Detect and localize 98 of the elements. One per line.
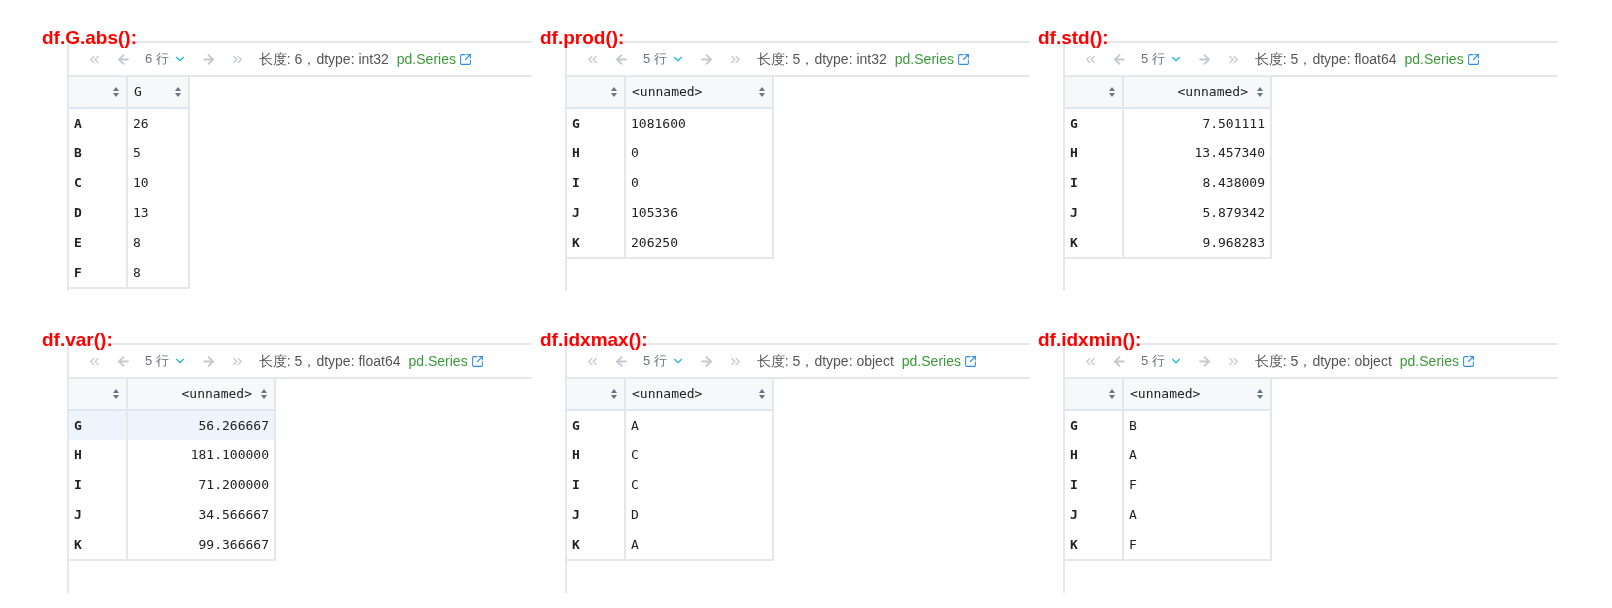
next-page-icon[interactable]	[1196, 51, 1212, 67]
index-cell: A	[69, 108, 127, 138]
table-cell[interactable]: A	[1123, 500, 1271, 530]
table-cell[interactable]: 7.501111	[1123, 108, 1271, 138]
index-cell: G	[567, 108, 625, 138]
table-cell[interactable]: 71.200000	[127, 470, 275, 500]
table-cell[interactable]: 1081600	[625, 108, 773, 138]
panel-caption: df.var():	[42, 330, 113, 349]
index-cell: G	[1065, 108, 1123, 138]
table-cell[interactable]: 105336	[625, 198, 773, 228]
next-page-icon[interactable]	[200, 51, 216, 67]
table-cell[interactable]: 206250	[625, 228, 773, 258]
table-cell[interactable]: F	[1123, 470, 1271, 500]
table-cell[interactable]: 8.438009	[1123, 168, 1271, 198]
series-summary: 长度: 6，dtype: int32	[258, 49, 389, 69]
table-cell[interactable]: 10	[127, 168, 189, 198]
index-cell: K	[1065, 530, 1123, 560]
series-summary: 长度: 5，dtype: object	[756, 351, 894, 371]
previous-page-icon[interactable]	[614, 51, 629, 67]
sort-icon[interactable]	[610, 388, 618, 400]
table-cell[interactable]: A	[625, 410, 773, 440]
previous-page-icon[interactable]	[1112, 353, 1127, 369]
index-cell: H	[69, 440, 127, 470]
index-cell: K	[1065, 228, 1123, 258]
sort-icon[interactable]	[112, 388, 120, 400]
external-link-icon[interactable]	[956, 52, 970, 66]
table-cell[interactable]: B	[1123, 410, 1271, 440]
type-link[interactable]: pd.Series	[901, 350, 977, 372]
sort-icon[interactable]	[1108, 86, 1116, 98]
row-count-dropdown[interactable]: 6 行	[145, 49, 187, 69]
external-link-icon[interactable]	[963, 354, 977, 368]
table-cell[interactable]: 181.100000	[127, 440, 275, 470]
index-cell: G	[1065, 410, 1123, 440]
next-page-icon[interactable]	[1196, 353, 1212, 369]
external-link-icon[interactable]	[1461, 354, 1475, 368]
panel-caption: df.G.abs():	[42, 28, 137, 47]
type-link[interactable]: pd.Series	[1399, 350, 1475, 372]
table-cell[interactable]: 99.366667	[127, 530, 275, 560]
table-cell[interactable]: 0	[625, 168, 773, 198]
table-cell[interactable]: 9.968283	[1123, 228, 1271, 258]
row-count-dropdown[interactable]: 5 行	[145, 351, 187, 371]
table-cell[interactable]: C	[625, 440, 773, 470]
external-link-icon[interactable]	[1466, 52, 1480, 66]
previous-page-icon[interactable]	[1112, 51, 1127, 67]
table-cell[interactable]: 0	[625, 138, 773, 168]
next-page-icon[interactable]	[200, 353, 216, 369]
previous-page-icon[interactable]	[116, 51, 131, 67]
index-cell: K	[69, 530, 127, 560]
table-cell[interactable]: 13	[127, 198, 189, 228]
external-link-icon[interactable]	[470, 354, 484, 368]
panel-caption: df.idxmin():	[1038, 330, 1142, 349]
row-count-dropdown[interactable]: 5 行	[643, 351, 685, 371]
type-link[interactable]: pd.Series	[408, 350, 484, 372]
index-cell: F	[69, 258, 127, 288]
next-page-icon[interactable]	[698, 51, 714, 67]
sort-icon[interactable]	[610, 86, 618, 98]
sort-icon[interactable]	[758, 388, 766, 400]
type-link[interactable]: pd.Series	[396, 48, 472, 70]
row-count-dropdown[interactable]: 5 行	[643, 49, 685, 69]
panel-caption: df.prod():	[540, 28, 625, 47]
previous-page-icon[interactable]	[614, 353, 629, 369]
external-link-icon[interactable]	[458, 52, 472, 66]
row-count-dropdown[interactable]: 5 行	[1141, 49, 1183, 69]
sort-icon[interactable]	[1256, 388, 1264, 400]
sort-icon[interactable]	[758, 86, 766, 98]
next-page-icon[interactable]	[698, 353, 714, 369]
sort-icon[interactable]	[112, 86, 120, 98]
table-cell[interactable]: A	[625, 530, 773, 560]
table-cell[interactable]: A	[1123, 440, 1271, 470]
table-cell[interactable]: D	[625, 500, 773, 530]
table-cell[interactable]: 34.566667	[127, 500, 275, 530]
index-cell: K	[567, 228, 625, 258]
type-link[interactable]: pd.Series	[894, 48, 970, 70]
table-cell[interactable]: 26	[127, 108, 189, 138]
table-cell[interactable]: 13.457340	[1123, 138, 1271, 168]
table-cell[interactable]: C	[625, 470, 773, 500]
series-summary: 长度: 5，dtype: float64	[258, 351, 401, 371]
previous-page-icon[interactable]	[116, 353, 131, 369]
sort-icon[interactable]	[260, 388, 268, 400]
sort-icon[interactable]	[1256, 86, 1264, 98]
type-link[interactable]: pd.Series	[1404, 48, 1480, 70]
series-summary: 长度: 5，dtype: float64	[1254, 49, 1397, 69]
panel-caption: df.std():	[1038, 28, 1109, 47]
sort-icon[interactable]	[174, 86, 182, 98]
table-cell[interactable]: 5.879342	[1123, 198, 1271, 228]
table-cell[interactable]: 5	[127, 138, 189, 168]
panel-caption: df.idxmax():	[540, 330, 648, 349]
sort-icon[interactable]	[1108, 388, 1116, 400]
table-cell[interactable]: 56.266667	[127, 410, 275, 440]
row-count-dropdown[interactable]: 5 行	[1141, 351, 1183, 371]
table-cell[interactable]: 8	[127, 258, 189, 288]
series-summary: 长度: 5，dtype: int32	[756, 49, 887, 69]
index-cell: G	[69, 410, 127, 440]
index-cell: G	[567, 410, 625, 440]
index-cell: K	[567, 530, 625, 560]
table-cell[interactable]: 8	[127, 228, 189, 258]
series-summary: 长度: 5，dtype: object	[1254, 351, 1392, 371]
table-cell[interactable]: F	[1123, 530, 1271, 560]
